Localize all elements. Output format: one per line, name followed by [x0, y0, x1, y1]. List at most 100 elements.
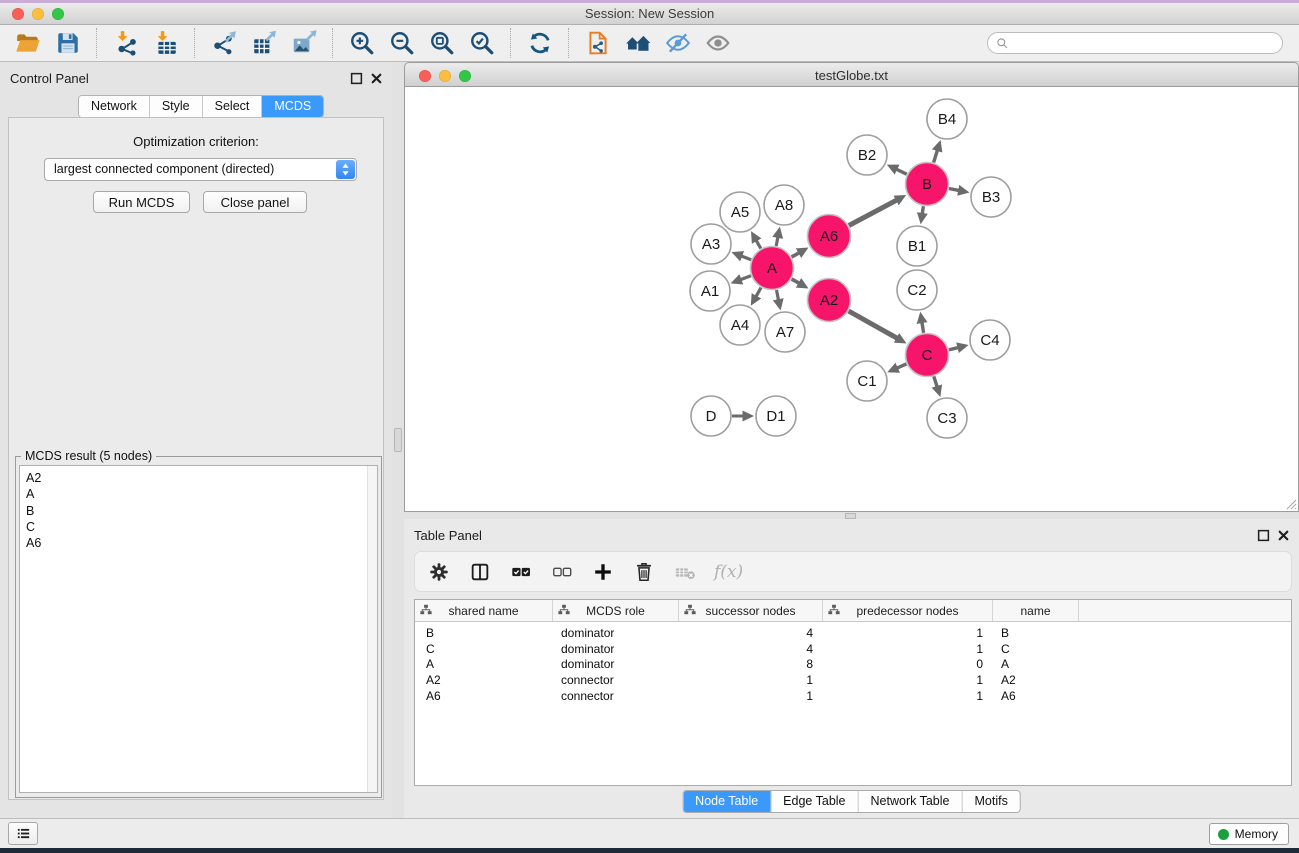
column-header-shared-name[interactable]: shared name	[415, 600, 552, 621]
result-list-scrollbar[interactable]	[367, 466, 377, 792]
cell-predecessor-nodes-row3[interactable]: 1	[822, 672, 992, 688]
edge-A-A2[interactable]	[792, 279, 799, 283]
cell-mcds-role-row1[interactable]: dominator	[552, 641, 678, 657]
open-session-button[interactable]	[8, 26, 48, 60]
float-panel-icon[interactable]	[1257, 529, 1270, 542]
settings-button[interactable]	[427, 560, 451, 584]
tab-style[interactable]: Style	[149, 96, 202, 117]
cell-mcds-role-row4[interactable]: connector	[552, 688, 678, 704]
node-B3[interactable]: B3	[971, 177, 1011, 217]
tab-network[interactable]: Network	[79, 96, 149, 117]
search-field[interactable]	[987, 32, 1283, 54]
add-column-button[interactable]	[591, 560, 615, 584]
cell-mcds-role-row0[interactable]: dominator	[552, 625, 678, 641]
cell-shared-name-row0[interactable]: B	[415, 625, 552, 641]
hide-graphics-details-button[interactable]	[658, 26, 698, 60]
column-header-predecessor-nodes[interactable]: predecessor nodes	[822, 600, 992, 621]
cell-name-row4[interactable]: A6	[992, 688, 1078, 704]
result-list-item[interactable]: A	[20, 486, 377, 502]
cell-predecessor-nodes-row0[interactable]: 1	[822, 625, 992, 641]
mcds-result-list[interactable]: A2ABCA6	[19, 465, 378, 793]
node-A3[interactable]: A3	[691, 224, 731, 264]
node-A2[interactable]: A2	[808, 279, 851, 322]
export-table-button[interactable]	[244, 26, 284, 60]
edge-A-A7[interactable]	[777, 290, 779, 300]
task-history-button[interactable]	[8, 822, 38, 845]
node-B[interactable]: B	[906, 163, 949, 206]
network-canvas[interactable]: B4B2BB3A8A5A6A3B1AC2A1A2A4A7C4CC1C3DD1	[405, 87, 1298, 510]
deselect-all-button[interactable]	[550, 560, 574, 584]
import-network-button[interactable]	[106, 26, 146, 60]
result-list-item[interactable]: A6	[20, 535, 377, 551]
network-from-file-button[interactable]	[578, 26, 618, 60]
tab-mcds[interactable]: MCDS	[261, 96, 323, 117]
home-button[interactable]	[618, 26, 658, 60]
cell-successor-nodes-row2[interactable]: 8	[678, 657, 822, 673]
cell-mcds-role-row3[interactable]: connector	[552, 672, 678, 688]
node-C[interactable]: C	[906, 334, 949, 377]
edge-B-B1[interactable]	[922, 206, 923, 213]
result-list-item[interactable]: C	[20, 519, 377, 535]
delete-column-button[interactable]	[632, 560, 656, 584]
edge-A-A5[interactable]	[756, 241, 760, 249]
node-C3[interactable]: C3	[927, 398, 967, 438]
edge-A-A1[interactable]	[741, 276, 751, 280]
edge-A2-C[interactable]	[849, 311, 897, 338]
table-tab-motifs[interactable]: Motifs	[961, 791, 1019, 812]
table-tab-edge-table[interactable]: Edge Table	[770, 791, 857, 812]
edge-C-C3[interactable]	[934, 376, 937, 386]
close-panel-icon[interactable]	[1277, 529, 1290, 542]
cell-shared-name-row3[interactable]: A2	[415, 672, 552, 688]
close-panel-button[interactable]: Close panel	[203, 191, 307, 213]
table-tab-node-table[interactable]: Node Table	[683, 791, 770, 812]
run-mcds-button[interactable]: Run MCDS	[93, 191, 190, 213]
node-A1[interactable]: A1	[690, 271, 730, 311]
result-list-item[interactable]: B	[20, 503, 377, 519]
cell-name-row1[interactable]: C	[992, 641, 1078, 657]
column-layout-button[interactable]	[468, 560, 492, 584]
cell-predecessor-nodes-row1[interactable]: 1	[822, 641, 992, 657]
import-table-button[interactable]	[146, 26, 186, 60]
column-header-name[interactable]: name	[992, 600, 1078, 621]
cell-shared-name-row4[interactable]: A6	[415, 688, 552, 704]
node-D1[interactable]: D1	[756, 396, 796, 436]
cell-predecessor-nodes-row2[interactable]: 0	[822, 657, 992, 673]
edge-B-B2[interactable]	[897, 169, 907, 174]
zoom-in-button[interactable]	[342, 26, 382, 60]
close-panel-icon[interactable]	[370, 72, 383, 85]
node-C4[interactable]: C4	[970, 320, 1010, 360]
cell-successor-nodes-row0[interactable]: 4	[678, 625, 822, 641]
edge-A6-B[interactable]	[849, 200, 897, 225]
zoom-out-button[interactable]	[382, 26, 422, 60]
tab-select[interactable]: Select	[202, 96, 262, 117]
column-header-successor-nodes[interactable]: successor nodes	[678, 600, 822, 621]
function-builder-button[interactable]: f(x)	[714, 562, 743, 582]
network-window-titlebar[interactable]: testGlobe.txt	[404, 62, 1299, 87]
edge-A-A8[interactable]	[776, 237, 778, 246]
node-B1[interactable]: B1	[897, 226, 937, 266]
resize-grip-icon[interactable]	[1285, 498, 1297, 510]
zoom-fit-button[interactable]	[422, 26, 462, 60]
cell-predecessor-nodes-row4[interactable]: 1	[822, 688, 992, 704]
cell-mcds-role-row2[interactable]: dominator	[552, 657, 678, 673]
show-graphics-details-button[interactable]	[698, 26, 738, 60]
edge-C-C2[interactable]	[922, 323, 924, 333]
vertical-splitter-handle[interactable]	[394, 428, 402, 452]
node-A8[interactable]: A8	[764, 185, 804, 225]
node-B4[interactable]: B4	[927, 99, 967, 139]
criterion-dropdown[interactable]: largest connected component (directed)	[44, 158, 357, 181]
result-list-item[interactable]: A2	[20, 470, 377, 486]
search-input[interactable]	[1014, 33, 1274, 53]
cell-shared-name-row2[interactable]: A	[415, 657, 552, 673]
cell-successor-nodes-row1[interactable]: 4	[678, 641, 822, 657]
edge-B-B3[interactable]	[949, 189, 959, 191]
node-A5[interactable]: A5	[720, 192, 760, 232]
node-B2[interactable]: B2	[847, 135, 887, 175]
cell-name-row0[interactable]: B	[992, 625, 1078, 641]
node-A7[interactable]: A7	[765, 312, 805, 352]
node-A6[interactable]: A6	[808, 215, 851, 258]
node-C2[interactable]: C2	[897, 270, 937, 310]
edge-B-B4[interactable]	[934, 151, 938, 163]
clear-table-button[interactable]	[673, 560, 697, 584]
table-tab-network-table[interactable]: Network Table	[858, 791, 962, 812]
